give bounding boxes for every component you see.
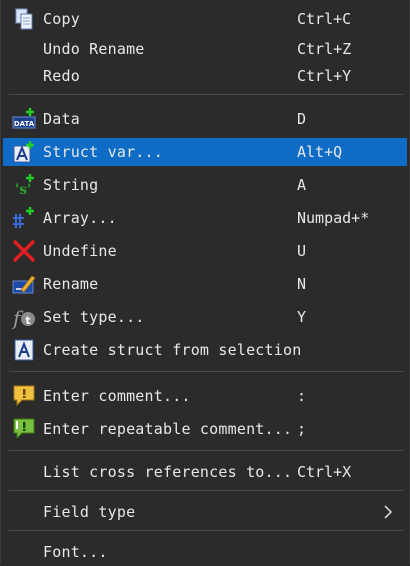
menu-item-list-cross-references[interactable]: List cross references to... Ctrl+X bbox=[3, 458, 407, 486]
menu-item-shortcut: N bbox=[297, 275, 307, 293]
create-struct-icon bbox=[12, 338, 36, 362]
menu-item-label: Set type... bbox=[43, 308, 145, 326]
svg-text:t: t bbox=[25, 314, 30, 327]
menu-item-create-struct[interactable]: Create struct from selection bbox=[3, 336, 407, 364]
menu-item-label: Field type bbox=[43, 503, 136, 521]
menu-item-label: Enter comment... bbox=[43, 387, 191, 405]
string-icon: 's' bbox=[12, 173, 36, 197]
menu-item-label: List cross references to... bbox=[43, 463, 293, 481]
menu-item-shortcut: D bbox=[297, 110, 307, 128]
menu-item-shortcut: Ctrl+C bbox=[297, 10, 352, 28]
menu-item-label: Undo Rename bbox=[43, 40, 145, 58]
menu-item-label: Create struct from selection bbox=[43, 341, 302, 359]
context-menu: Copy Ctrl+C Undo Rename Ctrl+Z Redo Ctrl… bbox=[0, 0, 410, 564]
menu-item-shortcut: : bbox=[297, 387, 307, 405]
menu-separator bbox=[9, 94, 403, 95]
menu-item-shortcut: Y bbox=[297, 308, 307, 326]
menu-item-undo-rename[interactable]: Undo Rename Ctrl+Z bbox=[3, 35, 407, 63]
menu-item-copy[interactable]: Copy Ctrl+C bbox=[3, 5, 407, 33]
svg-text:'s': 's' bbox=[15, 182, 31, 197]
menu-item-array[interactable]: Array... Numpad+* bbox=[3, 204, 407, 232]
menu-item-string[interactable]: 's' String A bbox=[3, 171, 407, 199]
menu-item-shortcut: Ctrl+X bbox=[297, 463, 352, 481]
menu-item-label: String bbox=[43, 176, 99, 194]
svg-text:DATA: DATA bbox=[14, 120, 35, 128]
menu-item-rename[interactable]: Rename N bbox=[3, 270, 407, 298]
set-type-icon: f t bbox=[12, 305, 36, 329]
menu-item-field-type[interactable]: Field type bbox=[3, 498, 407, 526]
menu-item-shortcut: Ctrl+Z bbox=[297, 40, 352, 58]
menu-item-enter-repeatable-comment[interactable]: Enter repeatable comment... ; bbox=[3, 415, 407, 443]
menu-separator bbox=[9, 490, 403, 491]
menu-item-label: Rename bbox=[43, 275, 99, 293]
menu-item-data[interactable]: DATA Data D bbox=[3, 105, 407, 133]
menu-item-label: Struct var... bbox=[43, 143, 163, 161]
menu-item-undefine[interactable]: Undefine U bbox=[3, 237, 407, 265]
rename-icon bbox=[12, 272, 36, 296]
menu-item-redo[interactable]: Redo Ctrl+Y bbox=[3, 62, 407, 90]
menu-item-set-type[interactable]: f t Set type... Y bbox=[3, 303, 407, 331]
menu-item-shortcut: ; bbox=[297, 420, 307, 438]
menu-item-shortcut: A bbox=[297, 176, 307, 194]
copy-icon bbox=[12, 7, 36, 31]
menu-item-label: Font... bbox=[43, 543, 108, 561]
menu-item-label: Redo bbox=[43, 67, 80, 85]
menu-item-label: Copy bbox=[43, 10, 80, 28]
data-icon: DATA bbox=[12, 107, 36, 131]
menu-item-shortcut: Numpad+* bbox=[297, 209, 370, 227]
menu-item-struct-var[interactable]: Struct var... Alt+Q bbox=[3, 138, 407, 166]
menu-separator bbox=[9, 450, 403, 451]
menu-item-shortcut: Alt+Q bbox=[297, 143, 343, 161]
menu-item-label: Array... bbox=[43, 209, 117, 227]
menu-item-shortcut: U bbox=[297, 242, 307, 260]
chevron-right-icon bbox=[381, 503, 395, 521]
menu-item-label: Data bbox=[43, 110, 80, 128]
comment-icon bbox=[12, 384, 36, 408]
array-icon bbox=[12, 206, 36, 230]
menu-separator bbox=[9, 371, 403, 372]
undefine-icon bbox=[12, 239, 36, 263]
menu-item-label: Undefine bbox=[43, 242, 117, 260]
menu-separator bbox=[9, 530, 403, 531]
menu-item-shortcut: Ctrl+Y bbox=[297, 67, 352, 85]
menu-item-label: Enter repeatable comment... bbox=[43, 420, 293, 438]
struct-var-icon bbox=[12, 140, 36, 164]
menu-item-enter-comment[interactable]: Enter comment... : bbox=[3, 382, 407, 410]
repeatable-comment-icon bbox=[12, 417, 36, 441]
menu-item-font[interactable]: Font... bbox=[3, 538, 407, 566]
